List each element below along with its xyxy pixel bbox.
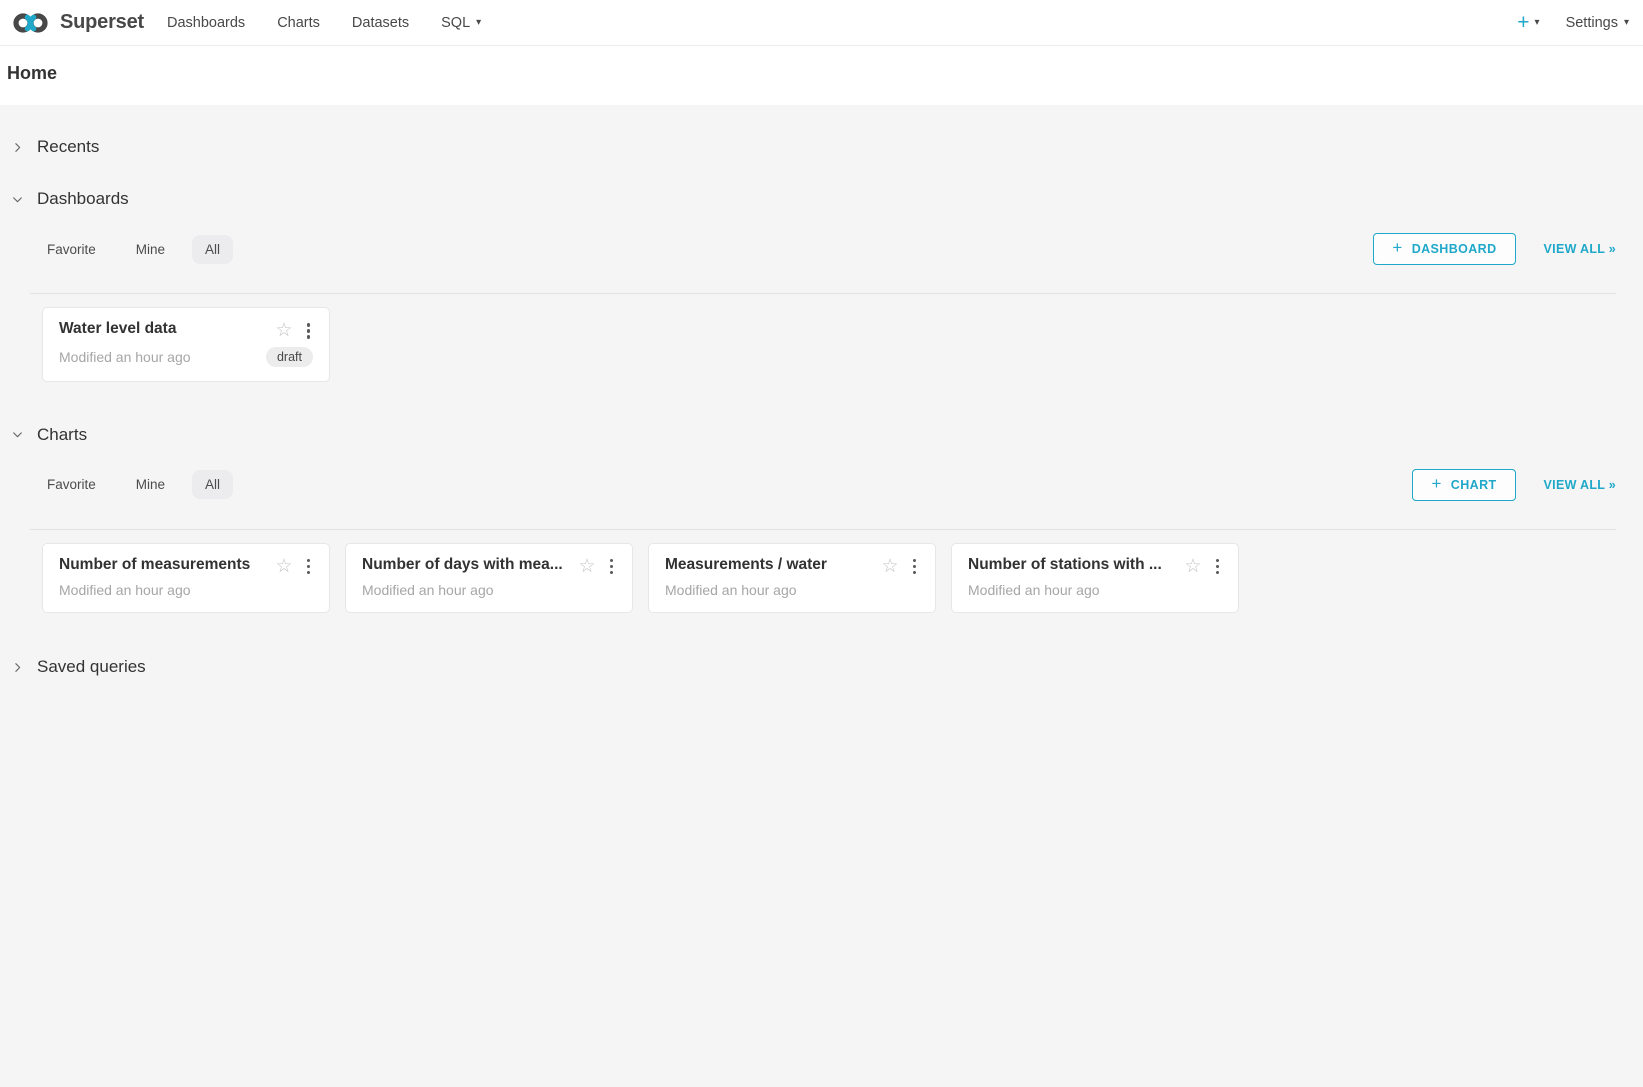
section-title-charts: Charts [37,425,87,445]
chart-card[interactable]: Measurements / water ☆ Modified an hour … [648,543,936,614]
new-dashboard-button[interactable]: + DASHBOARD [1373,233,1515,265]
chart-card[interactable]: Number of days with mea... ☆ Modified an… [345,543,633,614]
chevron-right-icon [11,661,24,674]
plus-icon: + [1392,238,1402,258]
status-badge: draft [266,347,313,367]
chevron-down-icon [11,193,24,206]
more-actions-icon[interactable] [1213,557,1223,577]
nav-item-sql[interactable]: SQL ▾ [441,15,481,31]
dashboards-view-all-link[interactable]: VIEW ALL » [1544,242,1616,256]
section-title-dashboards: Dashboards [37,189,129,209]
favorite-star-icon[interactable]: ☆ [881,557,898,576]
tab-favorite[interactable]: Favorite [34,470,109,499]
section-charts-toggle[interactable]: Charts [0,425,1643,445]
charts-cards-row: Number of measurements ☆ Modified an hou… [42,543,1616,614]
settings-menu-button[interactable]: Settings ▾ [1566,15,1629,31]
divider [30,293,1616,294]
section-title-saved-queries: Saved queries [37,657,146,677]
chart-card[interactable]: Number of measurements ☆ Modified an hou… [42,543,330,614]
dashboards-filter-tabs: Favorite Mine All [34,235,233,264]
more-actions-icon[interactable] [304,557,314,577]
new-item-menu-button[interactable]: + ▾ [1517,12,1539,33]
nav-links: Dashboards Charts Datasets SQL ▾ [167,15,481,31]
tab-mine[interactable]: Mine [123,235,178,264]
tab-favorite[interactable]: Favorite [34,235,109,264]
brand-name: Superset [60,11,144,34]
top-nav: Superset Dashboards Charts Datasets SQL … [0,0,1643,46]
new-chart-button[interactable]: + CHART [1412,469,1515,501]
section-saved-queries-toggle[interactable]: Saved queries [0,657,1643,677]
tab-all[interactable]: All [192,235,233,264]
chevron-down-icon [11,428,24,441]
section-dashboards-toggle[interactable]: Dashboards [0,189,1643,209]
caret-down-icon: ▾ [1535,18,1540,28]
page-header: Home [0,46,1643,105]
superset-brand[interactable]: Superset [10,11,144,34]
home-content: Recents Dashboards Favorite Mine All + D… [0,137,1643,1087]
charts-toolbar: Favorite Mine All + CHART VIEW ALL » [34,469,1616,501]
card-title[interactable]: Water level data [59,320,267,338]
chevron-right-icon [11,141,24,154]
caret-down-icon: ▾ [1624,18,1629,28]
dashboards-cards-row: Water level data ☆ Modified an hour ago … [42,307,1616,382]
card-modified-text: Modified an hour ago [968,582,1222,598]
favorite-star-icon[interactable]: ☆ [275,557,292,576]
nav-item-charts[interactable]: Charts [277,15,320,31]
dashboard-card[interactable]: Water level data ☆ Modified an hour ago … [42,307,330,382]
card-title[interactable]: Number of days with mea... [362,556,570,574]
plus-icon: + [1517,12,1529,33]
tab-all[interactable]: All [192,470,233,499]
favorite-star-icon[interactable]: ☆ [275,321,292,340]
card-modified-text: Modified an hour ago [665,582,919,598]
section-title-recents: Recents [37,137,99,157]
more-actions-icon[interactable] [304,321,314,341]
chart-card[interactable]: Number of stations with ... ☆ Modified a… [951,543,1239,614]
plus-icon: + [1431,474,1441,494]
nav-right: + ▾ Settings ▾ [1517,12,1633,33]
charts-filter-tabs: Favorite Mine All [34,470,233,499]
card-title[interactable]: Measurements / water [665,556,873,574]
page-title: Home [7,63,1627,84]
dashboards-toolbar-right: + DASHBOARD VIEW ALL » [1373,233,1616,265]
card-modified-text: Modified an hour ago [59,582,313,598]
divider [30,529,1616,530]
more-actions-icon[interactable] [607,557,617,577]
charts-view-all-link[interactable]: VIEW ALL » [1544,478,1616,492]
nav-item-dashboards[interactable]: Dashboards [167,15,245,31]
caret-down-icon: ▾ [476,18,481,28]
card-title[interactable]: Number of measurements [59,556,267,574]
tab-mine[interactable]: Mine [123,470,178,499]
card-title[interactable]: Number of stations with ... [968,556,1176,574]
nav-item-datasets[interactable]: Datasets [352,15,409,31]
card-modified-text: Modified an hour ago [362,582,616,598]
superset-logo-icon [10,12,51,34]
more-actions-icon[interactable] [910,557,920,577]
charts-toolbar-right: + CHART VIEW ALL » [1412,469,1616,501]
favorite-star-icon[interactable]: ☆ [1184,557,1201,576]
dashboards-toolbar: Favorite Mine All + DASHBOARD VIEW ALL » [34,233,1616,265]
card-modified-text: Modified an hour ago [59,349,266,365]
section-recents-toggle[interactable]: Recents [0,137,1643,157]
favorite-star-icon[interactable]: ☆ [578,557,595,576]
